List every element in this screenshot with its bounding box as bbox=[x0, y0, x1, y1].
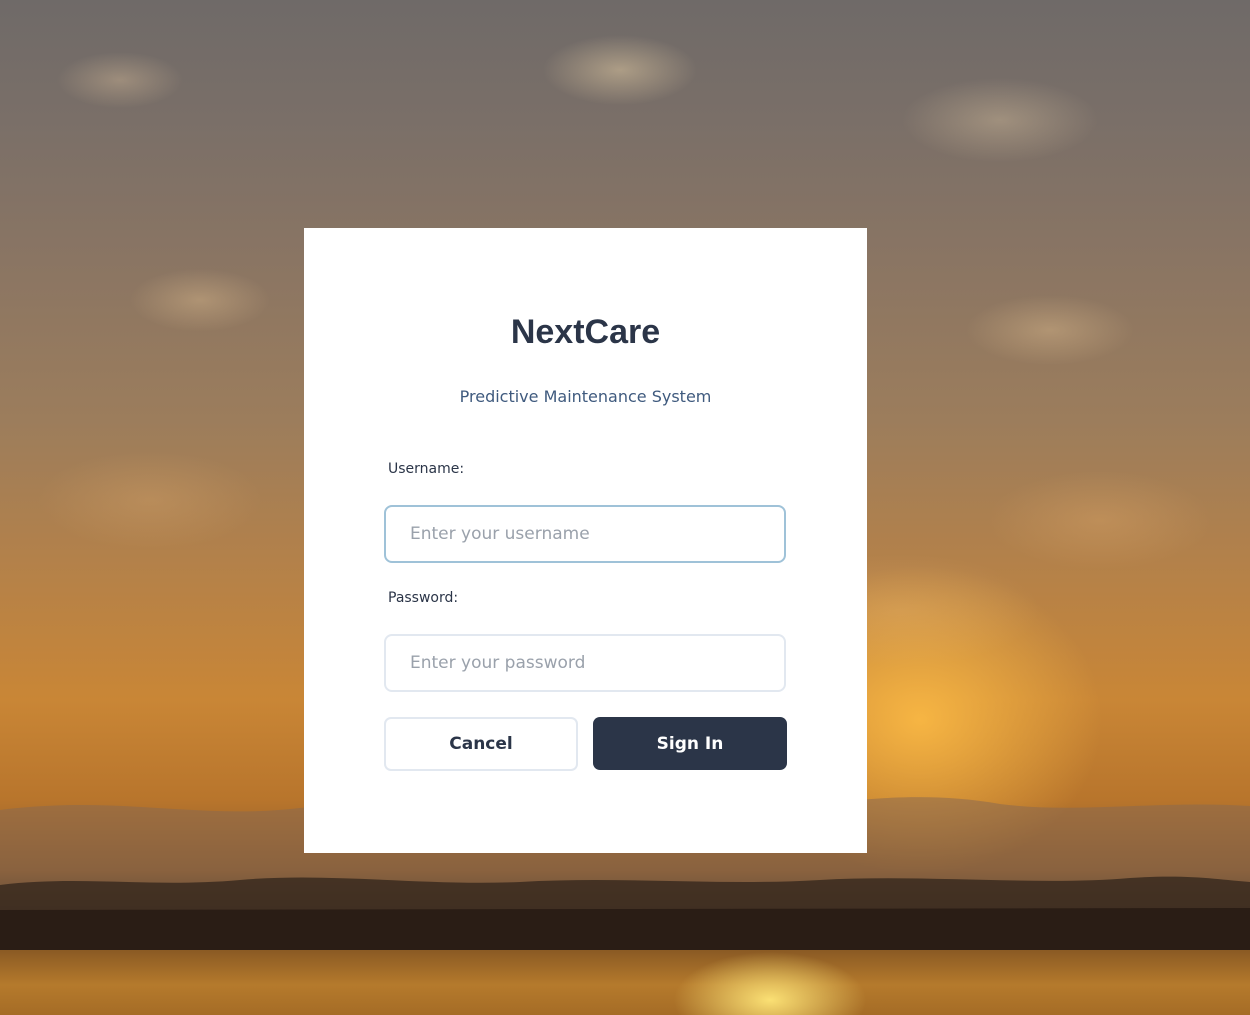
username-input[interactable] bbox=[384, 505, 786, 563]
cancel-button[interactable]: Cancel bbox=[384, 717, 578, 771]
login-card: NextCare Predictive Maintenance System U… bbox=[304, 228, 867, 853]
password-label: Password: bbox=[388, 590, 459, 606]
app-subtitle: Predictive Maintenance System bbox=[459, 387, 712, 406]
app-title: NextCare bbox=[510, 313, 661, 351]
sign-in-button[interactable]: Sign In bbox=[593, 717, 787, 770]
username-label: Username: bbox=[388, 461, 465, 477]
password-input[interactable] bbox=[384, 634, 786, 692]
